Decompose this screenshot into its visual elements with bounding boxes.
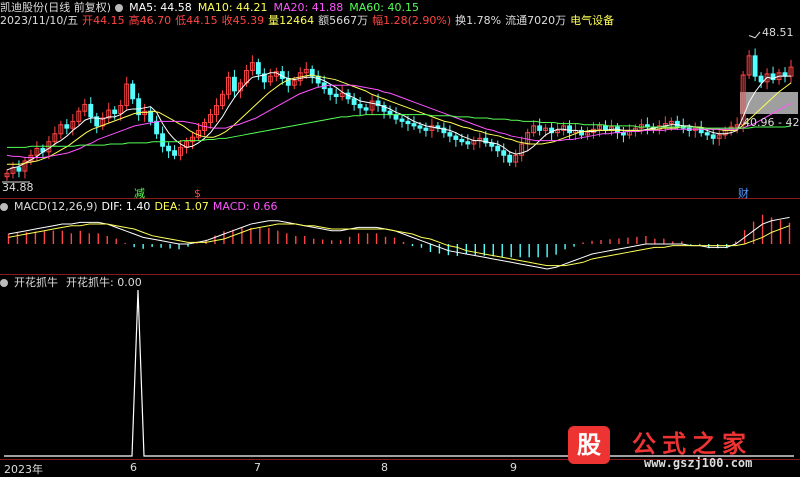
candle-down: [620, 132, 626, 136]
gu-logo-icon: 股: [568, 426, 610, 464]
candle-down: [423, 127, 429, 131]
candle-down: [447, 132, 453, 137]
macd-title: MACD(12,26,9): [14, 200, 98, 213]
candle-down: [148, 110, 154, 122]
watermark-url: www.gszj100.com: [644, 456, 753, 470]
candle-down: [231, 76, 237, 92]
candle-down: [501, 150, 507, 156]
candle-down: [160, 133, 166, 147]
candle-down: [172, 150, 178, 156]
stock-chart[interactable]: [0, 0, 800, 475]
macd-value: MACD: 0.66: [212, 200, 278, 213]
watermark-logo: 股 公式之家 www.gszj100.com: [560, 422, 800, 475]
candle-down: [351, 98, 357, 105]
x-axis-label-9: 9: [510, 461, 517, 474]
candle-down: [782, 72, 788, 77]
candle-down: [333, 93, 339, 98]
high-pointer-line: [748, 31, 761, 39]
macd-header: MACD(12,26,9) DIF: 1.40 DEA: 1.07 MACD: …: [0, 200, 278, 213]
candle-down: [88, 103, 94, 118]
ma60-line: [6, 114, 792, 148]
candle-down: [453, 135, 459, 140]
candle-down: [387, 110, 393, 116]
indicator-title: 开花抓牛: [14, 276, 58, 289]
x-axis-label-6: 6: [130, 461, 137, 474]
candle-down: [166, 145, 172, 152]
marker-cai[interactable]: 财: [738, 187, 749, 200]
candle-down: [130, 83, 136, 100]
candle-down: [752, 55, 758, 77]
candle-down: [495, 145, 501, 152]
macd-circle-icon[interactable]: [0, 202, 8, 211]
x-axis-label-7: 7: [254, 461, 261, 474]
candle-down: [357, 103, 363, 109]
candle-down: [64, 124, 70, 129]
candle-down: [567, 125, 573, 134]
candle-down: [363, 107, 369, 111]
x-axis-label-8: 8: [381, 461, 388, 474]
candle-down: [315, 75, 321, 84]
range-label: 40.96 - 42.83: [743, 116, 800, 129]
candle-down: [112, 109, 118, 114]
candle-down: [465, 141, 471, 145]
candle-down: [154, 120, 160, 135]
candle-down: [710, 134, 716, 139]
high-price-label: 48.51: [762, 26, 794, 39]
marker-jian[interactable]: 减: [134, 187, 145, 200]
candle-down: [393, 114, 399, 120]
candle-down: [411, 123, 417, 127]
macd-dif: DIF: 1.40: [101, 200, 151, 213]
candle-down: [327, 88, 333, 95]
candle-down: [704, 132, 710, 136]
candle-down: [417, 125, 423, 129]
marker-dollar[interactable]: $: [194, 187, 201, 200]
indicator-header: 开花抓牛 开花抓牛: 0.00: [0, 276, 142, 289]
candle-down: [537, 125, 543, 131]
candle-down: [16, 167, 22, 172]
candle-down: [459, 138, 465, 143]
candle-down: [758, 75, 764, 83]
low-price-label: 34.88: [2, 181, 34, 194]
indicator-value: 开花抓牛: 0.00: [66, 276, 142, 289]
candle-down: [255, 62, 261, 75]
macd-dea: DEA: 1.07: [154, 200, 209, 213]
candle-down: [405, 120, 411, 125]
candle-down: [399, 118, 405, 122]
candle-down: [507, 154, 513, 163]
watermark-site-name: 公式之家: [632, 429, 752, 458]
dea-line: [8, 223, 790, 267]
indicator-circle-icon[interactable]: [0, 278, 8, 287]
